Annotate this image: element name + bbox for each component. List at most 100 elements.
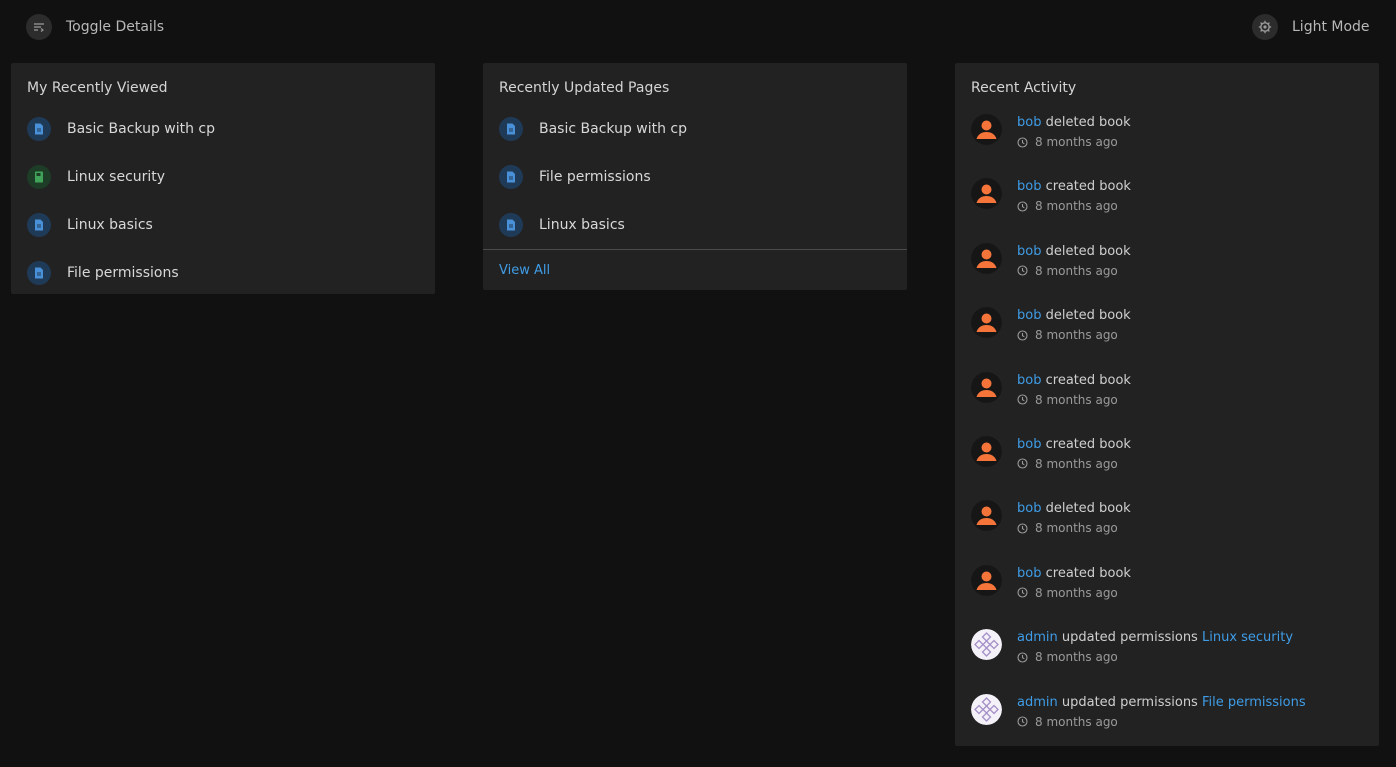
activity-time-label: 8 months ago <box>1035 714 1118 729</box>
activity-action: updated permissions <box>1061 694 1198 710</box>
activity-time: 8 months ago <box>1017 328 1131 342</box>
activity-user-link[interactable]: bob <box>1017 244 1041 259</box>
recent-activity-card: Recent Activity bob deleted book 8 month… <box>955 63 1379 746</box>
activity-user-link[interactable]: bob <box>1017 308 1041 323</box>
activity-item: bob deleted book 8 months ago <box>971 298 1363 362</box>
activity-item: bob created book 8 months ago <box>971 427 1363 491</box>
activity-body: bob deleted book 8 months ago <box>1017 307 1131 362</box>
clock-icon <box>1017 330 1028 341</box>
entity-name: Basic Backup with cp <box>67 121 216 137</box>
activity-user-link[interactable]: bob <box>1017 501 1041 516</box>
activity-item: admin updated permissions Linux security… <box>971 620 1363 684</box>
activity-time-label: 8 months ago <box>1035 135 1118 149</box>
activity-user-link[interactable]: admin <box>1017 630 1058 645</box>
clock-icon <box>1017 716 1028 727</box>
activity-item: bob created book 8 months ago <box>971 556 1363 620</box>
avatar <box>971 307 1002 339</box>
activity-time-label: 8 months ago <box>1035 650 1118 665</box>
entity-item[interactable]: Linux security <box>11 153 435 201</box>
activity-body: bob deleted book 8 months ago <box>1017 114 1131 169</box>
activity-text: bob deleted book <box>1017 307 1131 324</box>
activity-text: bob created book <box>1017 565 1131 582</box>
avatar <box>971 564 1002 596</box>
light-mode-button[interactable]: Light Mode <box>1252 14 1370 40</box>
recently-viewed-card: My Recently Viewed Basic Backup with cp L… <box>11 63 435 294</box>
activity-user-link[interactable]: bob <box>1017 373 1041 388</box>
activity-user-link[interactable]: bob <box>1017 566 1041 581</box>
activity-action: deleted book <box>1045 243 1131 259</box>
activity-time: 8 months ago <box>1017 393 1131 407</box>
activity-item: bob deleted book 8 months ago <box>971 234 1363 298</box>
activity-time: 8 months ago <box>1017 457 1131 471</box>
entity-item[interactable]: Basic Backup with cp <box>483 105 907 153</box>
entity-item[interactable]: File permissions <box>11 249 435 297</box>
activity-time-label: 8 months ago <box>1035 199 1118 214</box>
activity-target-link[interactable]: Linux security <box>1202 630 1293 645</box>
clock-icon <box>1017 587 1028 598</box>
activity-user-link[interactable]: admin <box>1017 695 1058 710</box>
clock-icon <box>1017 652 1028 663</box>
toggle-details-button[interactable]: Toggle Details <box>26 14 164 40</box>
recent-activity-title: Recent Activity <box>971 80 1077 96</box>
activity-item: bob created book 8 months ago <box>971 169 1363 233</box>
activity-time: 8 months ago <box>1017 199 1131 213</box>
activity-action: deleted book <box>1045 501 1131 517</box>
entity-item[interactable]: Basic Backup with cp <box>11 105 435 153</box>
activity-time-label: 8 months ago <box>1035 392 1118 407</box>
avatar <box>971 114 1002 145</box>
activity-user-link[interactable]: bob <box>1017 437 1041 452</box>
activity-time-label: 8 months ago <box>1035 263 1118 278</box>
entity-name: Linux security <box>67 169 166 185</box>
entity-name: Basic Backup with cp <box>539 121 688 137</box>
activity-body: bob deleted book 8 months ago <box>1017 500 1131 555</box>
activity-action: deleted book <box>1045 308 1131 324</box>
clock-icon <box>1017 265 1028 276</box>
recently-updated-title: Recently Updated Pages <box>499 80 670 96</box>
activity-body: bob created book 8 months ago <box>1017 436 1131 491</box>
activity-user-link[interactable]: bob <box>1017 179 1041 194</box>
activity-body: admin updated permissions File permissio… <box>1017 694 1306 749</box>
entity-item[interactable]: Linux basics <box>11 201 435 249</box>
activity-item: bob created book 8 months ago <box>971 363 1363 427</box>
activity-text: bob deleted book <box>1017 114 1131 131</box>
gear-icon <box>1252 14 1278 40</box>
activity-action: created book <box>1045 565 1131 581</box>
clock-icon <box>1017 394 1028 405</box>
top-bar: Toggle Details Light Mode <box>0 0 1396 54</box>
activity-text: admin updated permissions File permissio… <box>1017 694 1306 711</box>
activity-item: bob deleted book 8 months ago <box>971 105 1363 169</box>
avatar <box>971 242 1002 274</box>
activity-time: 8 months ago <box>1017 715 1306 729</box>
activity-body: bob created book 8 months ago <box>1017 178 1131 233</box>
activity-body: admin updated permissions Linux security… <box>1017 629 1293 684</box>
activity-time: 8 months ago <box>1017 586 1131 600</box>
activity-body: bob created book 8 months ago <box>1017 565 1131 620</box>
activity-text: bob deleted book <box>1017 243 1131 260</box>
activity-time: 8 months ago <box>1017 650 1293 664</box>
activity-time: 8 months ago <box>1017 135 1131 149</box>
view-all-link[interactable]: View All <box>499 263 550 278</box>
avatar <box>971 178 1002 210</box>
page-icon <box>499 213 523 237</box>
activity-action: created book <box>1045 436 1131 452</box>
activity-item: admin updated permissions File permissio… <box>971 685 1363 749</box>
recently-viewed-title: My Recently Viewed <box>27 80 168 96</box>
activity-item: bob deleted book 8 months ago <box>971 491 1363 555</box>
entity-item[interactable]: Linux basics <box>483 201 907 249</box>
activity-target-link[interactable]: File permissions <box>1202 695 1306 710</box>
activity-user-link[interactable]: bob <box>1017 115 1041 130</box>
activity-action: updated permissions <box>1061 630 1198 646</box>
entity-name: Linux basics <box>539 217 625 233</box>
activity-action: created book <box>1045 372 1131 388</box>
entity-item[interactable]: File permissions <box>483 153 907 201</box>
activity-action: created book <box>1045 179 1131 195</box>
activity-body: bob deleted book 8 months ago <box>1017 243 1131 298</box>
entity-name: File permissions <box>67 265 179 281</box>
page-icon <box>499 165 523 189</box>
avatar <box>971 371 1002 403</box>
avatar <box>971 629 1002 661</box>
activity-time: 8 months ago <box>1017 521 1131 535</box>
activity-time-label: 8 months ago <box>1035 585 1118 600</box>
activity-time-label: 8 months ago <box>1035 521 1118 536</box>
entity-name: File permissions <box>539 169 651 185</box>
